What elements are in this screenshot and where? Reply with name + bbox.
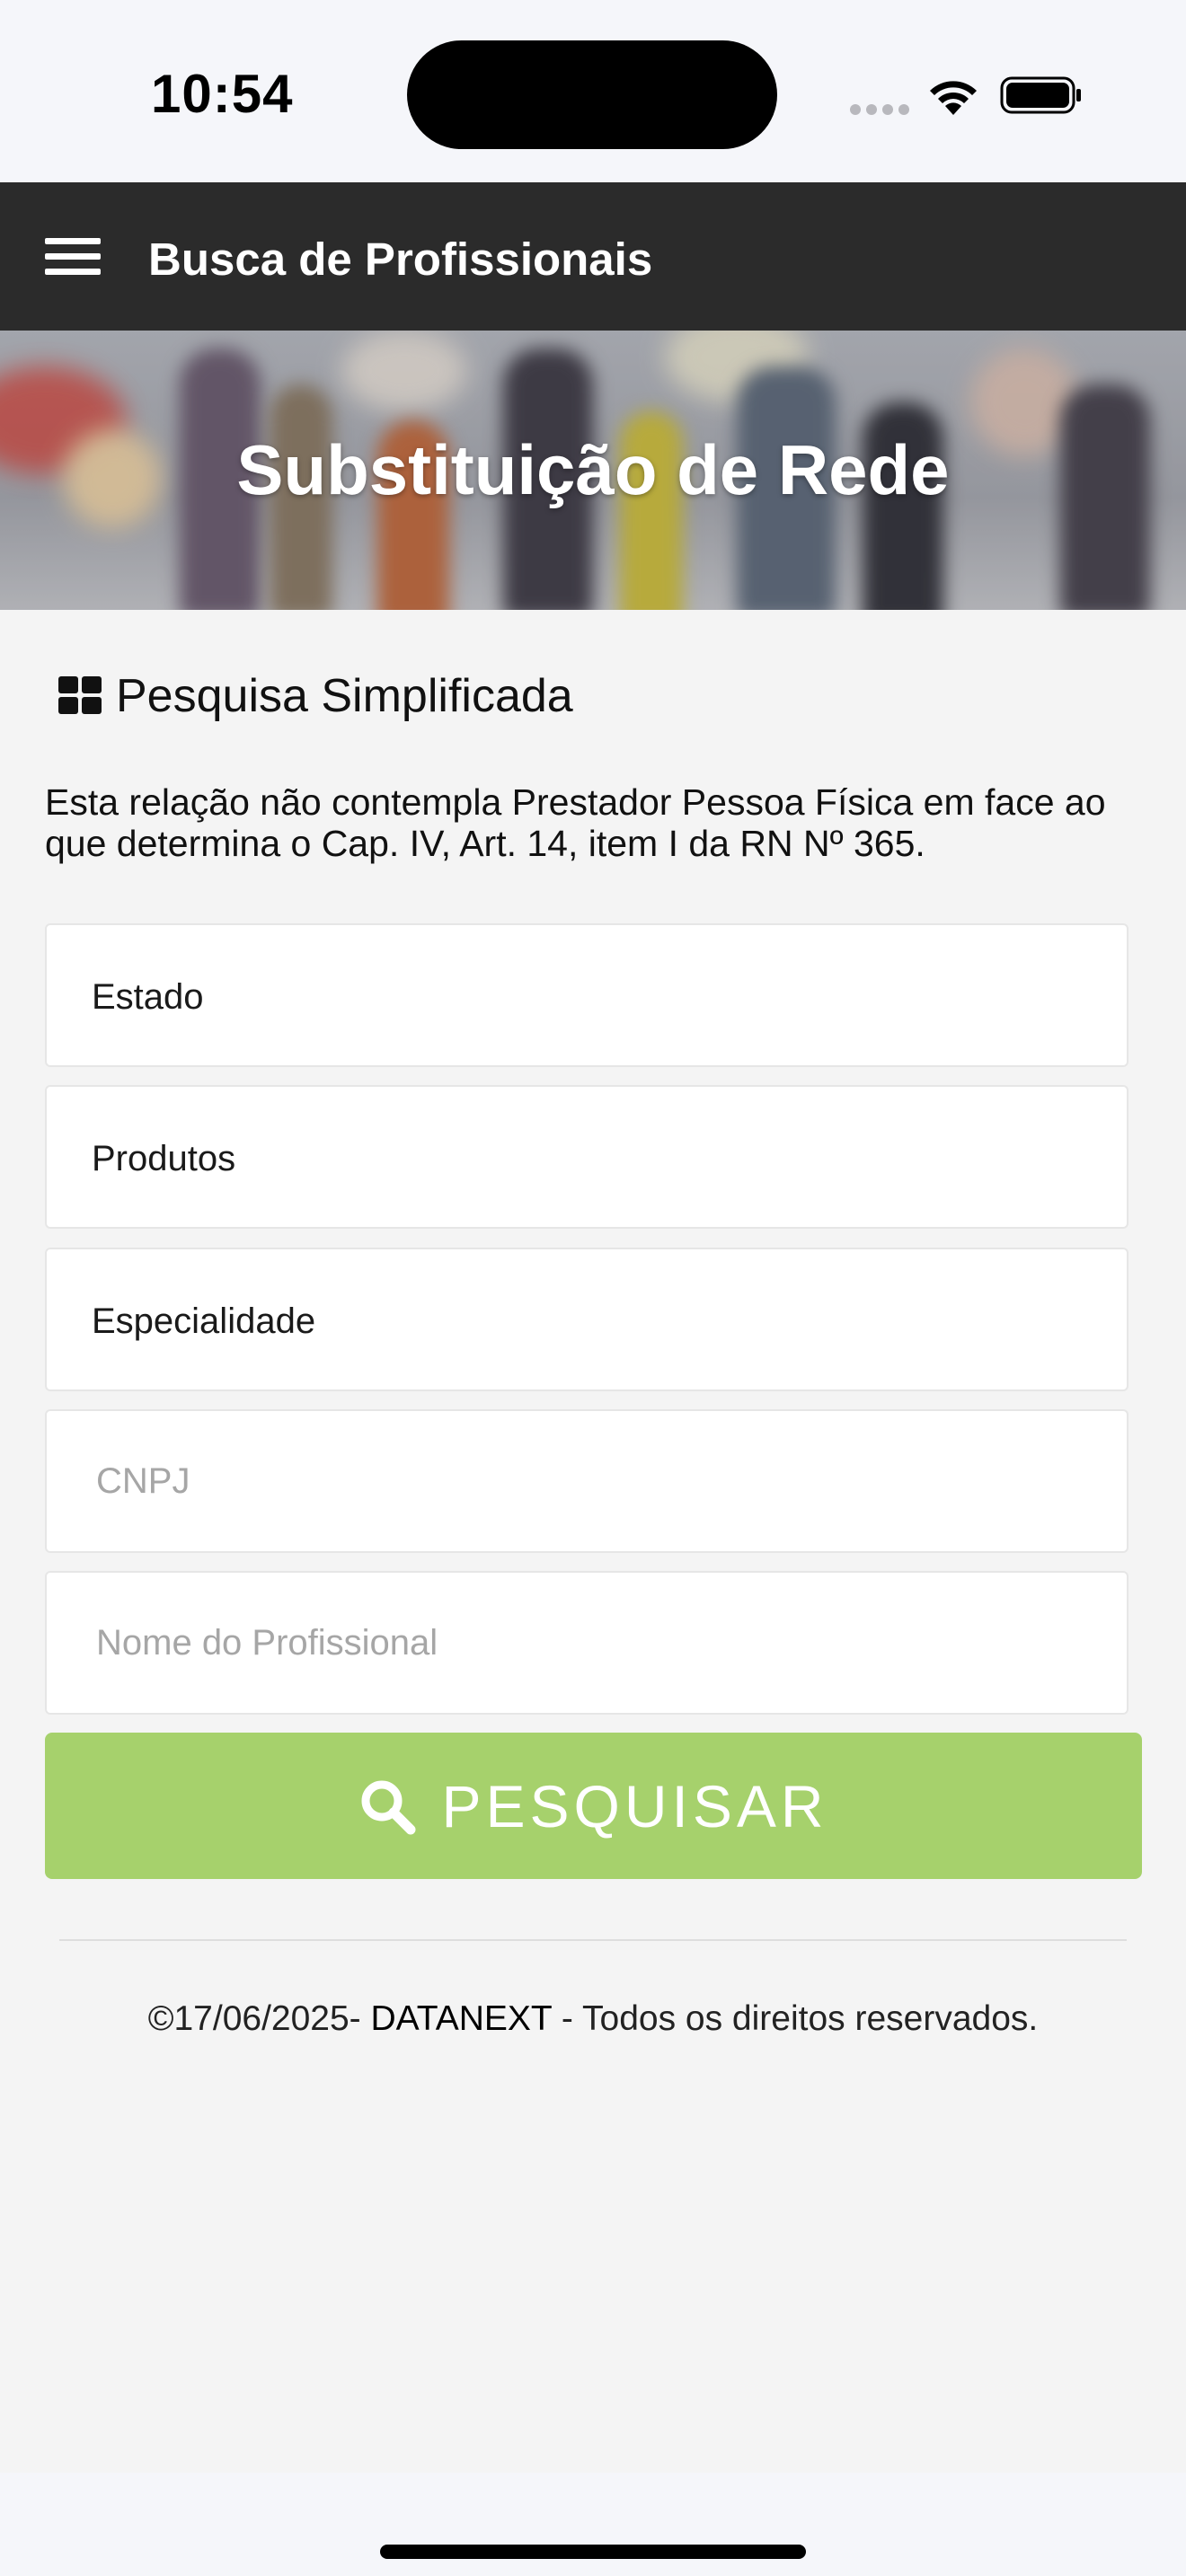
cellular-signal-icon: [850, 104, 909, 115]
produtos-select[interactable]: Produtos: [45, 1085, 1128, 1229]
wifi-icon: [930, 81, 977, 115]
search-icon: [361, 1780, 416, 1834]
especialidade-label: Especialidade: [92, 1301, 316, 1341]
produtos-label: Produtos: [92, 1139, 236, 1178]
section-title: Pesquisa Simplificada: [116, 670, 573, 722]
home-indicator[interactable]: [380, 2545, 806, 2559]
footer-prefix: ©17/06/2025-: [147, 1999, 371, 2038]
cnpj-input[interactable]: [47, 1411, 1127, 1551]
estado-select[interactable]: Estado: [45, 923, 1128, 1067]
especialidade-select[interactable]: Especialidade: [45, 1248, 1128, 1391]
footer-suffix: - Todos os direitos reservados.: [552, 1999, 1039, 2038]
app-title: Busca de Profissionais: [148, 234, 653, 285]
status-bar: 10:54: [0, 0, 1186, 182]
cnpj-field-container: [45, 1409, 1128, 1553]
grid-icon: [58, 676, 103, 716]
status-time: 10:54: [151, 64, 294, 124]
section-heading: Pesquisa Simplificada: [58, 669, 573, 723]
footer-brand: DATANEXT: [370, 1999, 553, 2038]
footer-divider: [59, 1939, 1127, 1941]
notice-text: Esta relação não contempla Prestador Pes…: [45, 781, 1106, 864]
search-button[interactable]: PESQUISAR: [45, 1733, 1142, 1879]
nome-profissional-input[interactable]: [47, 1573, 1127, 1713]
nome-field-container: [45, 1571, 1128, 1715]
search-button-label: PESQUISAR: [441, 1772, 828, 1839]
hero-banner: Substituição de Rede: [0, 331, 1186, 610]
estado-label: Estado: [92, 977, 204, 1017]
hamburger-menu-icon[interactable]: [45, 238, 101, 276]
home-indicator-area: [0, 2473, 1186, 2576]
battery-icon: [1000, 76, 1081, 114]
dynamic-island: [407, 40, 777, 149]
banner-title: Substituição de Rede: [236, 430, 950, 509]
footer: ©17/06/2025- DATANEXT - Todos os direito…: [0, 1999, 1186, 2039]
app-header: Busca de Profissionais: [0, 182, 1186, 331]
